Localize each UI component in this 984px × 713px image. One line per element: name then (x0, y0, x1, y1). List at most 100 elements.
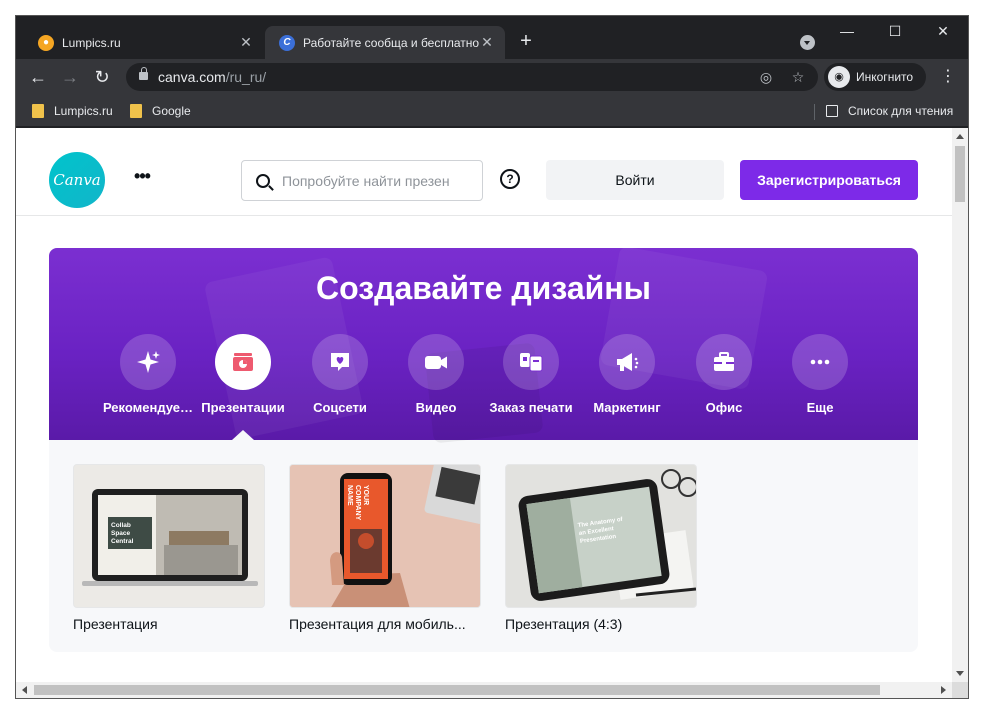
tablet-mockup-icon: The Anatomy of an Excellent Presentation (506, 465, 696, 607)
hero-title: Создавайте дизайны (316, 270, 651, 306)
category-label: Презентации (201, 400, 285, 415)
incognito-label: Инкогнито (856, 70, 914, 84)
category-label: Соцсети (313, 400, 367, 415)
search-input[interactable] (282, 172, 472, 189)
tab-lumpics[interactable]: ● Lumpics.ru ✕ (24, 26, 264, 59)
tab-search-icon[interactable] (800, 35, 815, 50)
scroll-thumb[interactable] (34, 685, 880, 695)
reading-list[interactable]: Список для чтения (826, 102, 953, 120)
reload-icon[interactable]: ↻ (90, 65, 114, 89)
category-print[interactable]: Заказ печати (483, 334, 579, 415)
incognito-icon: ◉ (828, 66, 850, 88)
briefcase-icon (714, 352, 734, 371)
category-recommended[interactable]: Рекомендуе… (100, 334, 196, 415)
template-thumbnail[interactable]: Collab Space Central (73, 464, 265, 608)
bookmark-lumpics[interactable]: Lumpics.ru (32, 102, 113, 120)
scroll-down-icon[interactable] (956, 671, 964, 676)
svg-text:COMPANY: COMPANY (354, 485, 361, 521)
template-presentation[interactable]: Collab Space Central Презентация (73, 464, 265, 632)
heart-chat-icon (331, 353, 349, 371)
svg-text:NAME: NAME (346, 485, 353, 506)
tab-title: Lumpics.ru (62, 35, 121, 50)
folder-icon (32, 104, 44, 118)
help-icon[interactable]: ? (500, 169, 520, 189)
reading-list-label: Список для чтения (848, 104, 954, 118)
close-window-button[interactable]: ✕ (920, 20, 966, 42)
browser-menu-icon[interactable]: ⋮ (940, 65, 956, 89)
template-presentation-4-3[interactable]: The Anatomy of an Excellent Presentation… (505, 464, 697, 632)
category-more[interactable]: Еще (772, 334, 868, 415)
register-button[interactable]: Зарегистрироваться (740, 160, 918, 200)
template-thumbnail[interactable]: The Anatomy of an Excellent Presentation (505, 464, 697, 608)
bookmark-divider (814, 104, 815, 120)
scrollbar-corner (952, 682, 968, 698)
template-thumbnail[interactable]: YOUR COMPANY NAME (289, 464, 481, 608)
category-label: Заказ печати (489, 400, 573, 415)
login-button[interactable]: Войти (546, 160, 724, 200)
lock-icon (139, 67, 148, 80)
search-icon (256, 173, 270, 188)
category-label: Еще (806, 400, 834, 415)
presentation-icon (233, 353, 253, 371)
canva-favicon-icon: C (279, 34, 295, 51)
back-arrow-icon[interactable]: ← (26, 65, 50, 89)
template-name: Презентация (73, 616, 158, 632)
canva-header: Canva ••• ? Войти Зарегистрироваться (16, 128, 952, 216)
hero-banner: Создавайте дизайны Рекомендуе… Презентац… (49, 248, 918, 444)
design-categories-card: Создавайте дизайны Рекомендуе… Презентац… (49, 248, 918, 652)
category-marketing[interactable]: Маркетинг (579, 334, 675, 415)
reading-list-icon (826, 105, 838, 117)
category-label: Офис (705, 400, 743, 415)
svg-text:Collab: Collab (111, 522, 131, 529)
search-box[interactable] (241, 160, 483, 201)
minimize-button[interactable]: — (824, 20, 870, 42)
megaphone-icon (617, 353, 639, 371)
more-menu-icon[interactable]: ••• (130, 164, 154, 188)
url-text[interactable]: canva.com/ru_ru/ (158, 69, 266, 85)
bookmark-google[interactable]: Google (130, 102, 191, 120)
category-label: Маркетинг (593, 400, 661, 415)
tab-canva[interactable]: C Работайте сообща и бесплатно ✕ (265, 26, 505, 59)
laptop-mockup-icon: Collab Space Central (74, 465, 264, 607)
more-icon (810, 359, 830, 365)
category-video[interactable]: Видео (388, 334, 484, 415)
template-name: Презентация (4:3) (505, 616, 623, 632)
eye-off-icon[interactable]: ◎ (756, 67, 776, 87)
bookmark-label: Lumpics.ru (54, 104, 113, 118)
scroll-right-icon[interactable] (941, 686, 946, 694)
category-presentations[interactable]: Презентации (195, 334, 291, 415)
maximize-button[interactable]: ☐ (872, 20, 918, 42)
canva-logo[interactable]: Canva (49, 152, 105, 208)
incognito-indicator[interactable]: ◉ Инкогнито (824, 63, 926, 91)
sparkle-icon (137, 351, 160, 373)
category-social[interactable]: Соцсети (292, 334, 388, 415)
tab-title: Работайте сообща и бесплатно (303, 35, 479, 50)
browser-toolbar: ← → ↻ canva.com/ru_ru/ ◎ ☆ ◉ Инкогнито ⋮ (16, 59, 968, 95)
scroll-up-icon[interactable] (956, 134, 964, 139)
lumpics-favicon-icon: ● (38, 34, 54, 51)
vertical-scrollbar[interactable] (952, 128, 968, 682)
folder-icon (130, 104, 142, 118)
category-office[interactable]: Офис (676, 334, 772, 415)
bookmark-label: Google (152, 104, 191, 118)
category-label: Видео (415, 400, 457, 415)
forward-arrow-icon[interactable]: → (58, 65, 82, 89)
svg-text:Space: Space (111, 530, 131, 537)
address-bar[interactable]: canva.com/ru_ru/ ◎ ☆ (126, 63, 818, 91)
phone-mockup-icon: YOUR COMPANY NAME (290, 465, 480, 607)
tab-close-icon[interactable]: ✕ (238, 34, 254, 51)
tab-close-icon[interactable]: ✕ (479, 34, 495, 51)
video-icon (425, 356, 447, 369)
template-name: Презентация для мобиль... (289, 616, 466, 632)
template-mobile-presentation[interactable]: YOUR COMPANY NAME Презентация для мобиль… (289, 464, 481, 632)
scroll-thumb[interactable] (955, 146, 965, 202)
print-icon (520, 353, 543, 372)
new-tab-button[interactable]: + (514, 30, 538, 54)
svg-text:Central: Central (111, 538, 134, 545)
active-category-pointer (232, 430, 254, 440)
browser-window: ● Lumpics.ru ✕ C Работайте сообща и бесп… (16, 16, 968, 698)
horizontal-scrollbar[interactable] (16, 682, 952, 698)
page-viewport: Canva ••• ? Войти Зарегистрироваться Соз… (16, 128, 952, 682)
scroll-left-icon[interactable] (22, 686, 27, 694)
star-icon[interactable]: ☆ (788, 67, 808, 87)
